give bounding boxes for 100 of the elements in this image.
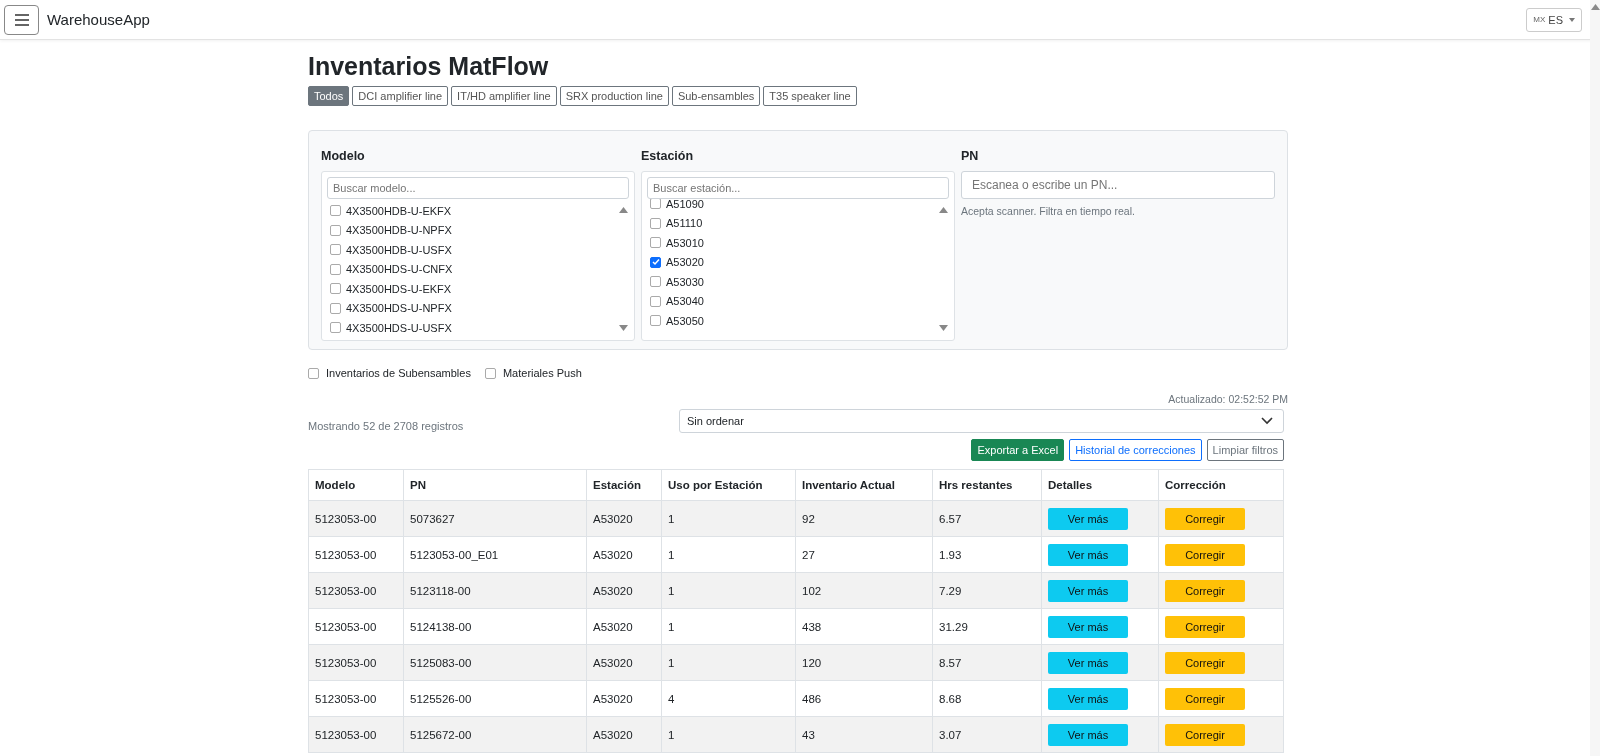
column-header: Modelo <box>308 469 404 501</box>
line-filter-tab[interactable]: DCI amplifier line <box>352 86 449 106</box>
table-cell: 5123053-00 <box>308 680 404 717</box>
table-cell: 43 <box>795 716 933 753</box>
table-cell: 438 <box>795 608 933 645</box>
chevron-down-icon <box>1261 417 1273 425</box>
option-label[interactable]: A53020 <box>666 256 704 269</box>
menu-button[interactable] <box>4 4 39 35</box>
option-label[interactable]: 4X3500HDB-U-NPFX <box>346 224 452 237</box>
table-cell: 8.57 <box>932 644 1042 681</box>
checkbox[interactable] <box>330 302 341 314</box>
table-cell: 5123053-00 <box>308 500 404 537</box>
checkbox[interactable] <box>650 276 661 288</box>
table-cell: 5123053-00 <box>308 644 404 681</box>
line-filter-tab[interactable]: T35 speaker line <box>763 86 857 106</box>
page-title: Inventarios MatFlow <box>308 52 550 81</box>
table-cell: A53020 <box>586 716 662 753</box>
option-label[interactable]: 4X3500HDS-U-USFX <box>346 321 452 334</box>
table-cell: A53020 <box>586 680 662 717</box>
correct-button[interactable]: Corregir <box>1165 507 1245 530</box>
details-button[interactable]: Ver más <box>1048 723 1128 746</box>
details-button[interactable]: Ver más <box>1048 615 1128 638</box>
updated-time: Actualizado: 02:52:52 PM <box>1168 393 1288 405</box>
details-button[interactable]: Ver más <box>1048 579 1128 602</box>
details-button[interactable]: Ver más <box>1048 543 1128 566</box>
checkbox[interactable] <box>330 322 341 334</box>
checkbox[interactable] <box>650 237 661 249</box>
pn-input-field[interactable]: Escanea o escribe un PN... <box>961 171 1275 199</box>
details-button[interactable]: Ver más <box>1048 507 1128 530</box>
correct-button[interactable]: Corregir <box>1165 543 1245 566</box>
table-cell: 5123053-00 <box>308 716 404 753</box>
option-label[interactable]: A51110 <box>666 217 703 230</box>
checkbox[interactable] <box>330 224 341 236</box>
line-filter-tab[interactable]: SRX production line <box>559 86 669 106</box>
checkbox[interactable] <box>330 283 341 295</box>
table-cell: A53020 <box>586 608 662 645</box>
table-cell: 4 <box>661 680 796 717</box>
column-header: Corrección <box>1158 469 1284 501</box>
checkbox[interactable] <box>330 244 341 256</box>
table-cell: 5125672-00 <box>403 716 587 753</box>
correct-button[interactable]: Corregir <box>1165 579 1245 602</box>
option-label[interactable]: Inventarios de Subensambles <box>326 367 471 379</box>
option-label[interactable]: 4X3500HDS-U-NPFX <box>346 302 452 315</box>
option-label[interactable]: A51090 <box>666 199 704 210</box>
table-cell: 31.29 <box>932 608 1042 645</box>
checkbox[interactable] <box>330 205 341 217</box>
option-label[interactable]: A53010 <box>666 236 704 249</box>
scrollbar[interactable] <box>1590 0 1600 756</box>
hint-text: Acepta scanner. Filtra en tiempo real. <box>961 205 1136 217</box>
scroll-up-icon <box>618 207 628 213</box>
table-cell: 27 <box>795 536 933 573</box>
table-cell: 5073627 <box>403 500 587 537</box>
action-button[interactable]: Limpiar filtros <box>1206 439 1284 461</box>
table-cell: 5123053-00 <box>308 572 404 609</box>
language-dropdown[interactable]: MX ES <box>1526 7 1582 32</box>
search-field[interactable]: Buscar modelo... <box>327 177 629 199</box>
table-cell: 3.07 <box>932 716 1042 753</box>
checkbox[interactable] <box>484 367 496 379</box>
details-button[interactable]: Ver más <box>1048 687 1128 710</box>
table-cell: 5123053-00_E01 <box>403 536 587 573</box>
option-label[interactable]: 4X3500HDS-U-CNFX <box>346 263 453 276</box>
table-cell: 1 <box>661 644 796 681</box>
details-button[interactable]: Ver más <box>1048 651 1128 674</box>
correct-button[interactable]: Corregir <box>1165 615 1245 638</box>
option-label[interactable]: 4X3500HDS-U-EKFX <box>346 282 452 295</box>
checkbox[interactable] <box>650 217 661 229</box>
option-label[interactable]: A53030 <box>666 275 704 288</box>
table-cell: 6.57 <box>932 500 1042 537</box>
caret-icon <box>1569 17 1575 22</box>
table-cell: 486 <box>795 680 933 717</box>
table-cell: 7.29 <box>932 572 1042 609</box>
checkbox[interactable] <box>650 295 661 307</box>
correct-button[interactable]: Corregir <box>1165 687 1245 710</box>
checkbox[interactable] <box>650 199 661 210</box>
table-cell: 5125526-00 <box>403 680 587 717</box>
option-label[interactable]: 4X3500HDB-U-USFX <box>346 243 452 256</box>
action-button[interactable]: Exportar a Excel <box>971 439 1065 461</box>
brand-name[interactable]: WarehouseApp <box>47 11 150 28</box>
option-label[interactable]: A53040 <box>666 295 704 308</box>
line-filter-tab[interactable]: IT/HD amplifier line <box>451 86 557 106</box>
scroll-down-icon <box>938 325 948 331</box>
option-label[interactable]: Materiales Push <box>502 367 582 379</box>
option-label[interactable]: A53050 <box>666 314 704 327</box>
checkbox[interactable] <box>650 256 661 268</box>
correct-button[interactable]: Corregir <box>1165 651 1245 674</box>
action-button[interactable]: Historial de correcciones <box>1069 439 1202 461</box>
line-filter-tab[interactable]: Sub-ensambles <box>671 86 761 106</box>
table-cell: 5125083-00 <box>403 644 587 681</box>
sort-dropdown[interactable]: Sin ordenar <box>679 409 1284 433</box>
option-label[interactable]: 4X3500HDB-U-EKFX <box>346 204 452 217</box>
line-filter-tab[interactable]: Todos <box>308 86 350 106</box>
search-field[interactable]: Buscar estación... <box>647 177 949 199</box>
table-cell: 5123118-00 <box>403 572 587 609</box>
checkbox[interactable] <box>308 367 319 379</box>
correct-button[interactable]: Corregir <box>1165 723 1245 746</box>
column-header: Estación <box>586 469 662 501</box>
table-cell: A53020 <box>586 500 662 537</box>
checkbox[interactable] <box>650 315 661 327</box>
checkbox[interactable] <box>330 263 341 275</box>
table-cell: 1.93 <box>932 536 1042 573</box>
